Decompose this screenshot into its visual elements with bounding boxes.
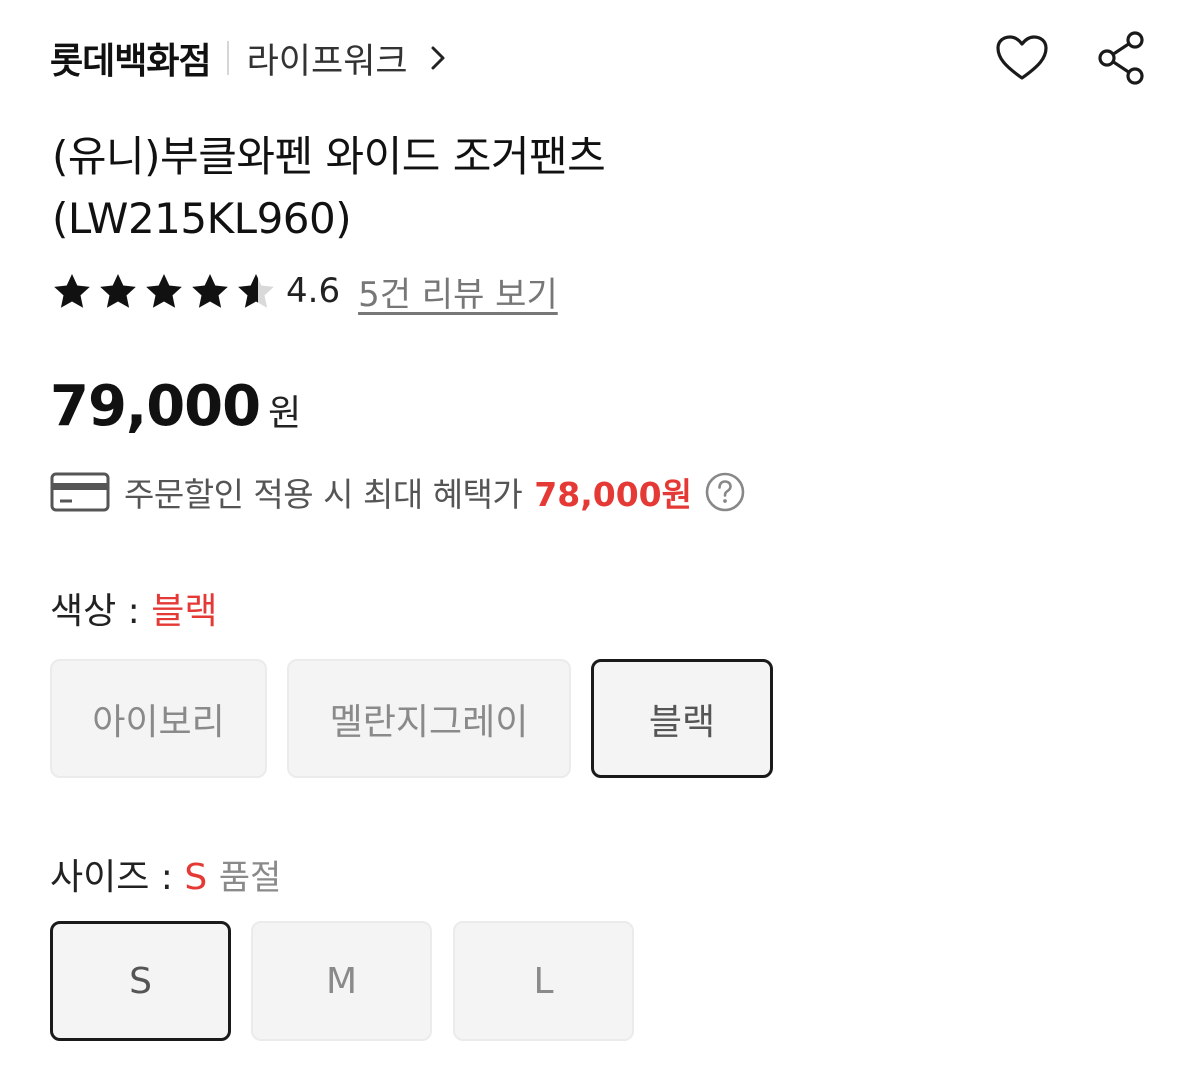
size-chip-m[interactable]: M	[251, 921, 432, 1041]
share-icon[interactable]	[1094, 30, 1150, 86]
heart-icon[interactable]	[994, 30, 1050, 86]
size-label-text: 사이즈 :	[50, 857, 185, 898]
store-name[interactable]: 롯데백화점	[50, 32, 212, 84]
benefit-row: 주문할인 적용 시 최대 혜택가 78,000원	[50, 466, 746, 518]
header-actions	[994, 30, 1150, 86]
chevron-right-icon	[430, 45, 446, 71]
star-icon	[52, 271, 92, 311]
color-chip-black[interactable]: 블랙	[591, 659, 773, 778]
product-title-line1: (유니)부클와펜 와이드 조거팬츠	[52, 132, 606, 181]
brand-name: 라이프워크	[246, 41, 408, 82]
price-row: 79,000 원	[50, 374, 301, 439]
color-selected-value: 블랙	[151, 591, 218, 632]
star-icon	[190, 271, 230, 311]
size-option-label: 사이즈 : S 품절	[50, 848, 281, 900]
card-icon	[50, 471, 110, 513]
price-amount: 79,000	[50, 374, 261, 439]
star-half-icon	[236, 271, 276, 311]
star-icon	[98, 271, 138, 311]
color-chip-melange-gray[interactable]: 멜란지그레이	[287, 659, 571, 778]
rating-row: 4.6 5건 리뷰 보기	[52, 266, 558, 316]
color-chip-ivory[interactable]: 아이보리	[50, 659, 267, 778]
size-selected-value: S	[184, 857, 208, 898]
rating-value: 4.6	[286, 271, 341, 311]
product-title-line2: (LW215KL960)	[52, 194, 352, 243]
price-unit: 원	[268, 393, 302, 434]
size-chip-s[interactable]: S	[50, 921, 231, 1041]
review-link[interactable]: 5건 리뷰 보기	[358, 267, 558, 316]
benefit-amount: 78,000원	[534, 475, 692, 514]
color-option-label: 색상 : 블랙	[50, 582, 218, 634]
top-header: 롯데백화점 라이프워크	[50, 30, 1150, 86]
size-status-soldout: 품절	[218, 858, 282, 898]
size-chip-l[interactable]: L	[453, 921, 634, 1041]
product-title: (유니)부클와펜 와이드 조거팬츠 (LW215KL960)	[52, 126, 1052, 250]
question-circle-icon[interactable]	[704, 471, 746, 513]
star-rating	[52, 271, 276, 311]
header-divider	[226, 41, 229, 75]
brand-link[interactable]: 라이프워크	[247, 33, 446, 84]
star-icon	[144, 271, 184, 311]
benefit-text: 주문할인 적용 시 최대 혜택가	[124, 475, 523, 514]
color-label-text: 색상 :	[50, 591, 152, 632]
